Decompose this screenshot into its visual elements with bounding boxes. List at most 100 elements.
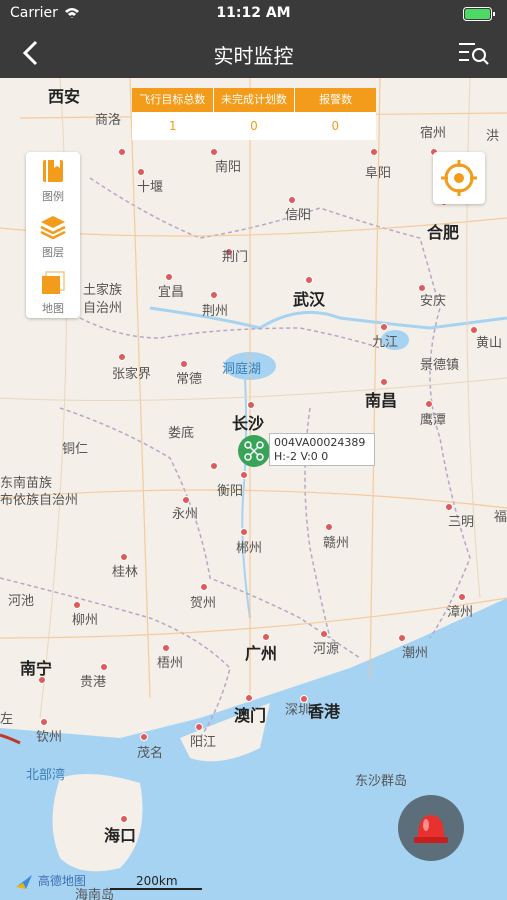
city-label: 海口 xyxy=(104,826,137,845)
city-label: 娄底 xyxy=(168,426,195,441)
city-dot xyxy=(240,471,248,479)
city-label: 南阳 xyxy=(215,160,242,175)
city-dot xyxy=(100,663,108,671)
scale-bar xyxy=(110,888,202,890)
city-label: 武汉 xyxy=(293,290,326,309)
city-label: 阳江 xyxy=(190,735,217,750)
map-toolbox: 图例 图层 地图 xyxy=(26,152,80,318)
scale-label: 200km xyxy=(136,874,178,888)
city-label: 柳州 xyxy=(72,613,99,628)
city-dot xyxy=(445,503,453,511)
city-label: 西安 xyxy=(48,87,81,106)
city-label: 鹰潭 xyxy=(420,413,447,428)
crosshair-target-icon xyxy=(441,160,477,196)
battery-icon xyxy=(463,7,495,21)
city-label: 信阳 xyxy=(285,208,312,223)
drone-id: 004VA00024389 xyxy=(274,436,366,449)
city-label: 荆州 xyxy=(202,304,229,319)
page-title: 实时监控 xyxy=(213,44,294,68)
tool-map-button[interactable]: 地图 xyxy=(26,264,80,319)
city-label: 贵港 xyxy=(80,675,107,690)
city-label: 景德镇 xyxy=(420,358,460,373)
city-label: 永州 xyxy=(172,507,199,522)
city-dot xyxy=(137,168,145,176)
drone-telemetry: H:-2 V:0 0 xyxy=(274,450,329,463)
city-label: 荆门 xyxy=(222,250,249,265)
amap-logo-icon xyxy=(16,874,32,889)
tool-legend-button[interactable]: 图例 xyxy=(26,152,80,207)
city-label: 自治州 xyxy=(83,301,123,316)
clock: 11:12 AM xyxy=(216,5,291,21)
tool-legend-label: 图例 xyxy=(42,190,64,203)
city-label: 东沙群岛 xyxy=(355,774,408,789)
city-label: 衡阳 xyxy=(217,484,244,499)
city-label: 三明 xyxy=(448,515,475,530)
city-label: 福 xyxy=(494,510,507,525)
city-dot xyxy=(458,593,466,601)
city-label: 土家族 xyxy=(83,283,123,298)
city-label: 长沙 xyxy=(232,414,265,433)
stats-panel: 飞行目标总数 未完成计划数 报警数 1 0 0 xyxy=(132,88,376,140)
city-label: 九江 xyxy=(372,335,399,350)
unfinished-plans-value: 0 xyxy=(250,119,258,133)
city-label: 漳州 xyxy=(447,605,474,620)
city-label: 商洛 xyxy=(95,113,122,128)
city-dot xyxy=(398,634,406,642)
city-dot xyxy=(288,196,296,204)
tool-map-label: 地图 xyxy=(42,302,64,315)
city-dot xyxy=(245,694,253,702)
city-dot xyxy=(140,733,148,741)
city-dot xyxy=(210,148,218,156)
drone-info-label: 004VA00024389 H:-2 V:0 0 xyxy=(269,433,375,466)
city-label: 北部湾 xyxy=(26,768,66,783)
city-dot xyxy=(425,400,433,408)
city-label: 茂名 xyxy=(137,746,164,761)
siren-alarm-icon xyxy=(414,815,448,843)
drone-marker[interactable] xyxy=(238,435,270,467)
locate-button[interactable] xyxy=(433,152,485,204)
city-label: 钦州 xyxy=(36,730,63,745)
city-label: 布依族自治州 xyxy=(0,493,79,508)
tool-layers-button[interactable]: 图层 xyxy=(26,208,80,263)
city-label: 安庆 xyxy=(420,294,447,309)
city-label: 洪 xyxy=(486,129,500,144)
city-dot xyxy=(118,148,126,156)
city-dot xyxy=(380,323,388,331)
alarm-button[interactable] xyxy=(398,795,464,861)
map-provider-name: 高德地图 xyxy=(37,874,86,888)
list-search-icon[interactable] xyxy=(459,40,491,68)
city-dot xyxy=(40,718,48,726)
map-provider-logo: 高德地图 xyxy=(14,872,86,891)
status-bar: Carrier 11:12 AM xyxy=(0,0,507,28)
city-label: 潮州 xyxy=(402,646,429,661)
city-label: 黄山 xyxy=(476,336,503,351)
city-dot xyxy=(305,276,313,284)
city-label: 南宁 xyxy=(20,659,53,678)
map-square-icon xyxy=(42,271,65,294)
city-dot xyxy=(210,291,218,299)
city-dot xyxy=(120,553,128,561)
city-dot xyxy=(73,601,81,609)
tool-layers-label: 图层 xyxy=(42,246,64,259)
city-label: 常德 xyxy=(176,372,203,387)
city-dot xyxy=(247,401,255,409)
city-dot xyxy=(118,353,126,361)
city-label: 宿州 xyxy=(420,126,447,141)
layers-icon xyxy=(40,216,66,240)
city-label: 梧州 xyxy=(157,656,184,671)
city-dot xyxy=(370,148,378,156)
drone-icon xyxy=(244,441,264,461)
city-dot xyxy=(320,630,328,638)
city-label: 桂林 xyxy=(112,565,139,580)
city-dot xyxy=(240,528,248,536)
city-dot xyxy=(195,723,203,731)
city-label: 十堰 xyxy=(137,180,164,195)
city-dot xyxy=(210,462,218,470)
city-dot xyxy=(325,523,333,531)
alarms-header: 报警数 xyxy=(319,93,353,106)
total-flights-value: 1 xyxy=(168,119,177,133)
navigation-bar: 实时监控 xyxy=(0,28,507,78)
city-label: 郴州 xyxy=(236,541,263,556)
city-label: 河源 xyxy=(313,642,340,657)
city-dot xyxy=(200,583,208,591)
